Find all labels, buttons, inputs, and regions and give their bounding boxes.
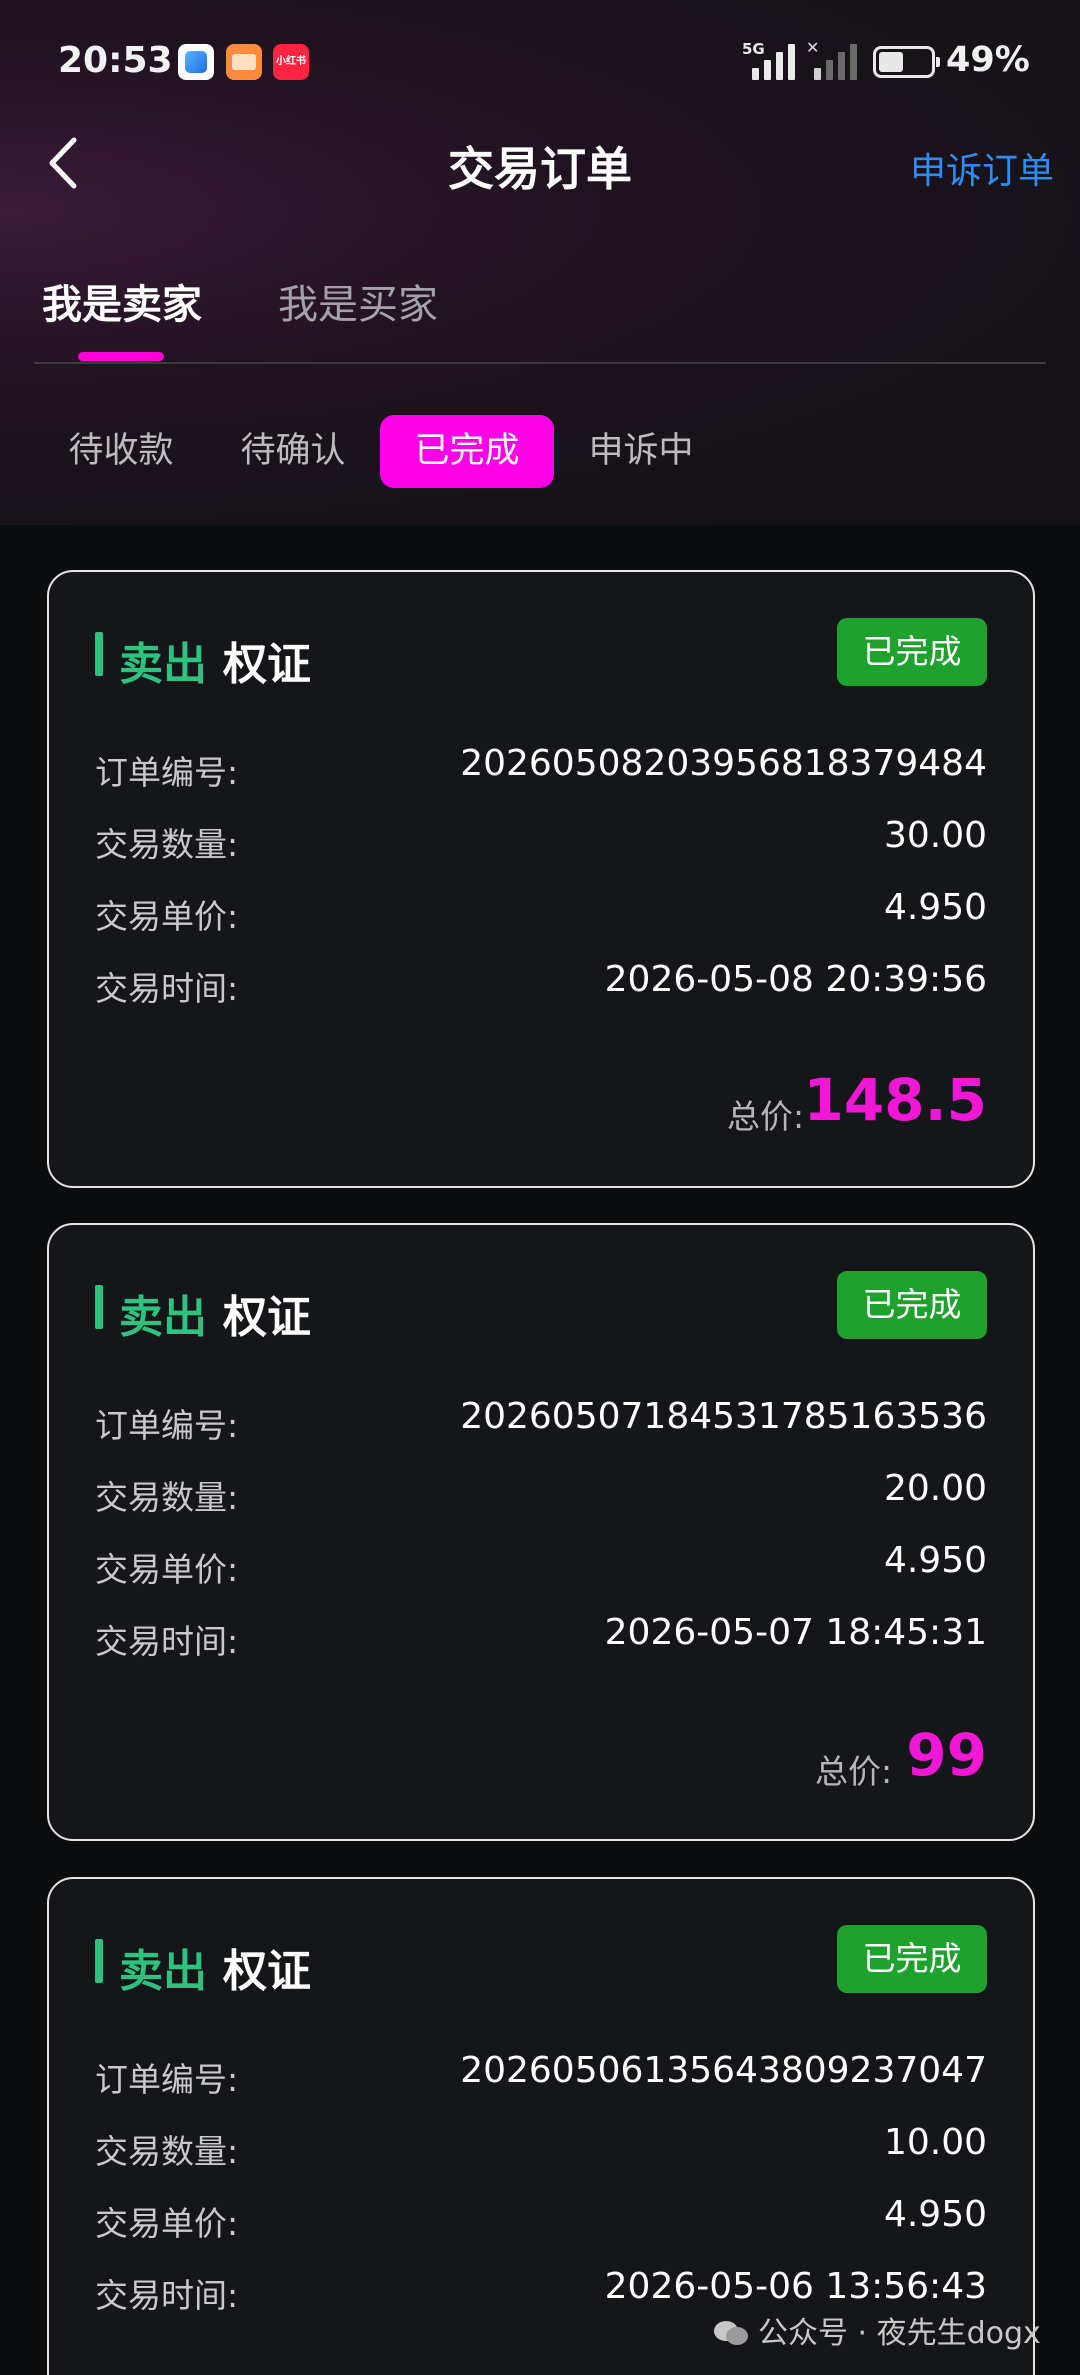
time-label: 交易时间: [95,1622,239,1661]
status-badge: 已完成 [837,618,987,686]
quantity-label: 交易数量: [95,825,239,864]
time-label: 交易时间: [95,2276,239,2315]
quantity-value: 10.00 [883,2122,987,2163]
secondary-signal-icon [810,44,862,80]
sell-indicator-bar [95,1939,103,1983]
time-label: 交易时间: [95,969,239,1008]
unit-price-label: 交易单价: [95,1550,239,1589]
active-tab-indicator [78,352,164,361]
order-card[interactable]: 卖出 权证 已完成 订单编号: 20260508203956818379484 … [47,570,1035,1188]
quantity-value: 20.00 [883,1468,987,1509]
order-no-label: 订单编号: [95,753,239,792]
sell-indicator-bar [95,1285,103,1329]
time-value: 2026-05-08 20:39:56 [604,959,987,1000]
order-side: 卖出 [119,1946,207,1997]
appeal-orders-link[interactable]: 申诉订单 [910,142,1054,194]
wechat-icon [712,2319,750,2347]
unit-price-value: 4.950 [883,1540,987,1581]
unit-price-label: 交易单价: [95,897,239,936]
status-bar: 20:53 小红书 5G ✕ 49% [0,0,1080,125]
order-card[interactable]: 卖出 权证 已完成 订单编号: 20260507184531785163536 … [47,1223,1035,1841]
filter-completed[interactable]: 已完成 [380,415,554,488]
status-badge: 已完成 [837,1271,987,1339]
battery-icon [873,46,940,78]
order-no-value: 20260507184531785163536 [460,1396,987,1437]
order-no-label: 订单编号: [95,1406,239,1445]
order-side: 卖出 [119,1292,207,1343]
order-no-value: 20260506135643809237047 [460,2050,987,2091]
tab-divider [34,362,1046,364]
total-label: 总价: [727,1097,805,1136]
order-card[interactable]: 卖出 权证 已完成 订单编号: 20260506135643809237047 … [47,1877,1035,2375]
status-time: 20:53 [58,40,173,81]
order-asset: 权证 [223,639,311,690]
watermark-text: 公众号 · 夜先生dogx [758,2316,1041,2351]
time-value: 2026-05-06 13:56:43 [604,2266,987,2307]
unit-price-value: 4.950 [883,887,987,928]
tab-buyer[interactable]: 我是买家 [278,272,438,330]
filter-pending-confirm[interactable]: 待确认 [218,415,368,488]
quantity-label: 交易数量: [95,2132,239,2171]
xiaohongshu-app-icon: 小红书 [273,44,309,80]
order-side: 卖出 [119,639,207,690]
tab-seller[interactable]: 我是卖家 [42,272,202,330]
blue-app-icon [178,44,214,80]
quantity-value: 30.00 [883,815,987,856]
order-no-value: 20260508203956818379484 [460,743,987,784]
unit-price-label: 交易单价: [95,2204,239,2243]
order-asset: 权证 [223,1292,311,1343]
status-badge: 已完成 [837,1925,987,1993]
orange-app-icon [226,44,262,80]
time-value: 2026-05-07 18:45:31 [604,1612,987,1653]
sell-indicator-bar [95,632,103,676]
total-value: 99 [906,1721,987,1789]
signal-strength-icon [748,44,800,80]
filter-in-appeal[interactable]: 申诉中 [566,415,716,488]
watermark: 公众号 · 夜先生dogx [712,2308,1041,2352]
order-no-label: 订单编号: [95,2060,239,2099]
unit-price-value: 4.950 [883,2194,987,2235]
total-label: 总价: [815,1752,893,1791]
quantity-label: 交易数量: [95,1478,239,1517]
order-asset: 权证 [223,1946,311,1997]
filter-pending-payment[interactable]: 待收款 [46,415,196,488]
total-value: 148.5 [803,1066,987,1134]
battery-percent: 49% [946,40,1030,80]
